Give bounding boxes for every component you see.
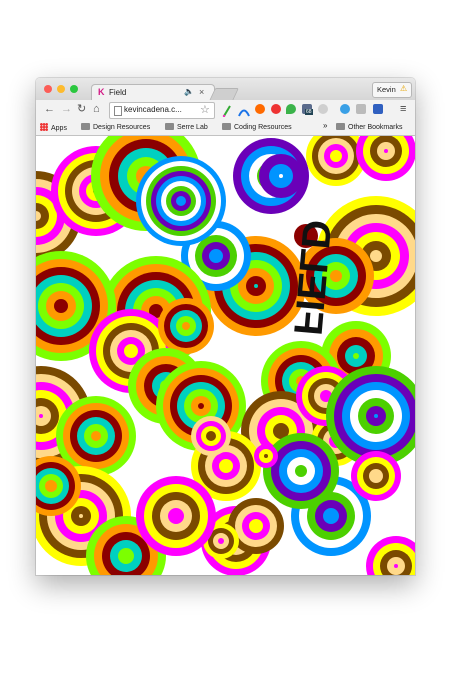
bookmark-label: Design Resources bbox=[93, 124, 151, 131]
circle-ring bbox=[295, 465, 307, 477]
info-icon[interactable] bbox=[318, 104, 328, 114]
favicon-k-icon: K bbox=[98, 87, 105, 97]
circle-ring bbox=[168, 508, 184, 524]
bookmark-coding-resources[interactable]: Coding Resources bbox=[222, 123, 292, 131]
bookmark-star-icon[interactable]: ☆ bbox=[200, 103, 210, 116]
bookmarks-bar: Apps Design Resources Serre Lab Coding R… bbox=[36, 120, 415, 136]
circle-ring bbox=[219, 459, 233, 473]
folder-icon bbox=[81, 123, 90, 130]
address-bar[interactable]: kevincadena.c... ☆ bbox=[109, 102, 215, 119]
ie-icon[interactable] bbox=[373, 104, 383, 114]
circle-ring bbox=[384, 149, 388, 153]
tab-close-icon[interactable]: × bbox=[199, 87, 204, 97]
url-text: kevincadena.c... bbox=[124, 105, 182, 114]
circle-ring bbox=[198, 403, 204, 409]
field-logo: FIELD bbox=[285, 218, 339, 337]
circle-ring bbox=[39, 414, 43, 418]
bookmark-design-resources[interactable]: Design Resources bbox=[81, 123, 150, 131]
profile-button[interactable]: Kevin ⚠ bbox=[372, 82, 412, 98]
folder-icon bbox=[165, 123, 174, 130]
circle-ring bbox=[323, 508, 339, 524]
bookmark-apps[interactable]: Apps bbox=[40, 123, 67, 132]
forward-button[interactable]: → bbox=[61, 103, 72, 116]
circle-ring bbox=[118, 548, 134, 564]
minimize-window-button[interactable] bbox=[57, 85, 65, 93]
chat-icon[interactable] bbox=[286, 104, 296, 114]
arc-icon[interactable] bbox=[238, 104, 250, 117]
home-button[interactable]: ⌂ bbox=[93, 103, 100, 116]
circle-ring bbox=[394, 564, 398, 568]
compass-icon[interactable] bbox=[255, 104, 265, 114]
apps-grid-icon bbox=[40, 123, 48, 131]
extension-badge: 68 bbox=[305, 109, 313, 115]
bookmark-other-bookmarks[interactable]: Other Bookmarks bbox=[336, 123, 402, 131]
circle-ring bbox=[79, 514, 83, 518]
circle-ring bbox=[374, 414, 378, 418]
tab-title: Field bbox=[109, 88, 127, 97]
circle-ring bbox=[209, 249, 223, 263]
circle-ring bbox=[279, 174, 283, 178]
circle-ring bbox=[45, 480, 57, 492]
toolbar: ← → ↻ ⌂ kevincadena.c... ☆ 68 ≡ bbox=[36, 100, 415, 120]
circle-ring bbox=[264, 454, 268, 458]
circle-ring bbox=[254, 284, 258, 288]
circle-field-artwork: FIELD bbox=[36, 136, 415, 575]
page-content[interactable]: FIELD bbox=[36, 136, 415, 575]
circle-ring bbox=[353, 353, 359, 359]
browser-window: K Field 🔈 × Kevin ⚠ ← → ↻ ⌂ kevincadena.… bbox=[36, 78, 415, 575]
circle-ring bbox=[182, 322, 190, 330]
badge-icon[interactable]: 68 bbox=[302, 104, 313, 115]
bookmark-label: Other Bookmarks bbox=[348, 124, 403, 131]
bookmark-serre-lab[interactable]: Serre Lab bbox=[165, 123, 208, 131]
profile-name: Kevin bbox=[377, 85, 396, 94]
bookmark-label: Serre Lab bbox=[177, 124, 208, 131]
circle-ring bbox=[124, 344, 138, 358]
tab-field[interactable]: K Field 🔈 × bbox=[91, 84, 215, 101]
circle-ring bbox=[218, 538, 224, 544]
warning-icon: ⚠ bbox=[400, 84, 408, 93]
pin-icon[interactable] bbox=[271, 104, 281, 114]
circle-ring bbox=[370, 250, 382, 262]
bookmarks-overflow-button[interactable]: » bbox=[323, 121, 327, 130]
circle-ring bbox=[206, 431, 216, 441]
pen-icon[interactable] bbox=[222, 104, 232, 118]
reload-button[interactable]: ↻ bbox=[77, 103, 86, 116]
cast-icon[interactable] bbox=[356, 104, 366, 114]
speaker-icon[interactable]: 🔈 bbox=[184, 87, 194, 96]
zoom-window-button[interactable] bbox=[70, 85, 78, 93]
circle-ring bbox=[176, 196, 186, 206]
title-bar: K Field 🔈 × Kevin ⚠ bbox=[36, 78, 415, 101]
bookmark-label: Apps bbox=[51, 125, 67, 132]
folder-icon bbox=[336, 123, 345, 130]
chrome-menu-icon[interactable]: ≡ bbox=[400, 103, 406, 115]
folder-icon bbox=[222, 123, 231, 130]
circle-ring bbox=[91, 431, 101, 441]
back-button[interactable]: ← bbox=[44, 103, 55, 116]
check-icon[interactable] bbox=[340, 104, 350, 114]
circle-ring bbox=[249, 519, 263, 533]
circle-ring bbox=[330, 150, 342, 162]
close-window-button[interactable] bbox=[44, 85, 52, 93]
page-icon bbox=[114, 106, 122, 116]
circle-ring bbox=[54, 299, 68, 313]
circle-ring bbox=[369, 469, 383, 483]
bookmark-label: Coding Resources bbox=[234, 124, 292, 131]
